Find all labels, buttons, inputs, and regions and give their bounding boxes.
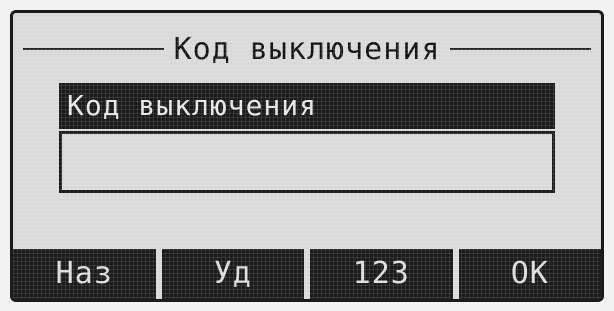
page-title: Код выключения — [173, 31, 441, 67]
shutdown-code-input[interactable] — [59, 131, 555, 193]
delete-softkey[interactable]: Уд — [161, 249, 304, 299]
lcd-screen: Код выключения Код выключения Наз Уд 123… — [10, 10, 604, 302]
title-rule-right — [450, 48, 591, 50]
input-mode-softkey[interactable]: 123 — [310, 249, 453, 299]
screen-header: Код выключения — [13, 27, 601, 71]
shutdown-code-label: Код выключения — [59, 83, 555, 129]
back-softkey[interactable]: Наз — [13, 249, 156, 299]
title-rule-left — [23, 48, 164, 50]
ok-softkey[interactable]: ОК — [458, 249, 601, 299]
softkey-bar: Наз Уд 123 ОК — [13, 249, 601, 299]
